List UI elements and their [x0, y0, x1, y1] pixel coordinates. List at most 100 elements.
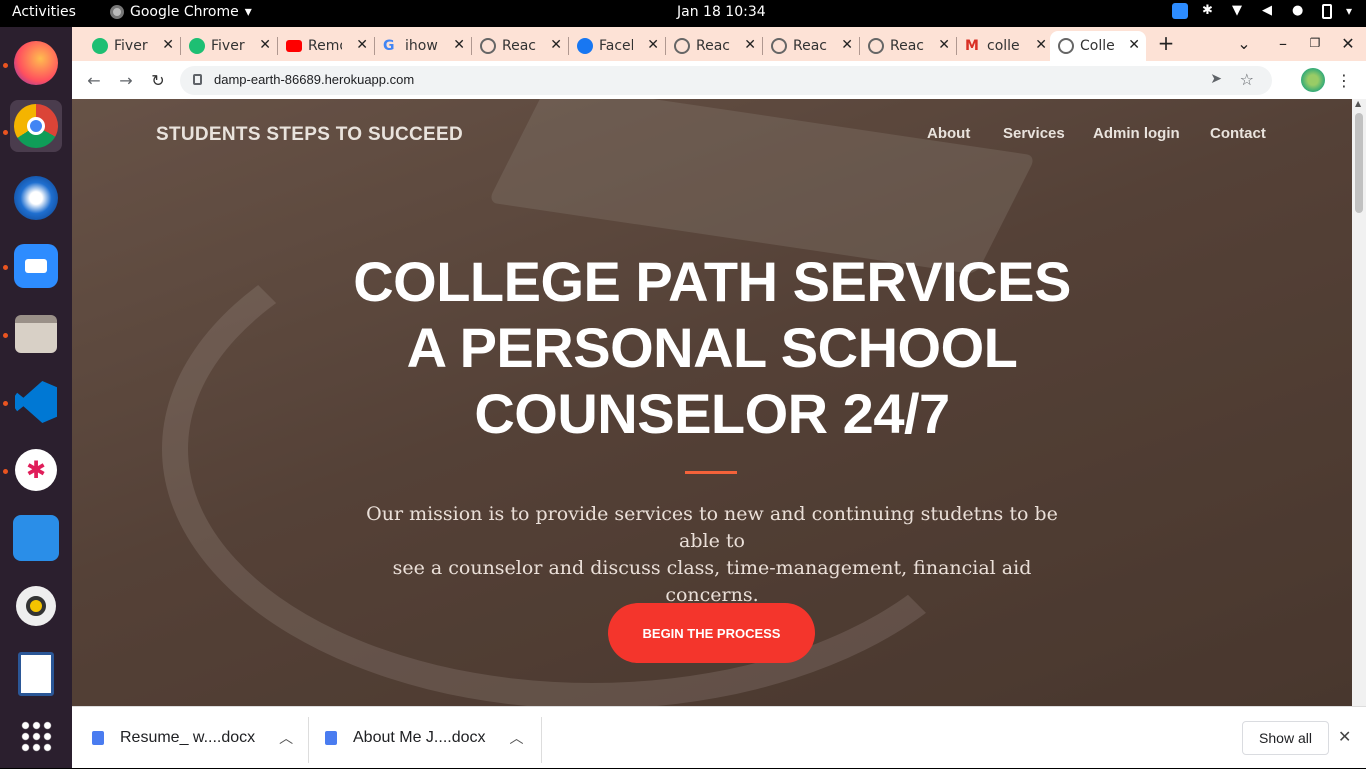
headline-line-1: COLLEGE PATH SERVICES	[353, 250, 1071, 313]
thunderbird-icon[interactable]	[10, 172, 62, 224]
lock-icon[interactable]	[193, 74, 202, 85]
scrollbar-thumb[interactable]	[1355, 113, 1363, 213]
close-tab-icon[interactable]: ✕	[356, 37, 368, 53]
zoom-tray-icon[interactable]	[1171, 3, 1188, 19]
zoom-icon[interactable]	[10, 240, 62, 292]
microphone-icon[interactable]: ●	[1292, 3, 1308, 19]
app-menu[interactable]: Google Chrome ▾	[110, 4, 252, 20]
download-filename[interactable]: About Me J....docx	[353, 729, 486, 747]
clock[interactable]: Jan 18 10:34	[677, 4, 766, 20]
wifi-icon[interactable]: ▼	[1232, 3, 1248, 19]
window-close-icon[interactable]: ✕	[1336, 31, 1360, 55]
tab-9[interactable]: Mcolle ✕	[957, 31, 1053, 61]
tab-0[interactable]: Fiver ✕	[84, 31, 180, 61]
download-item-resume[interactable]: Resume_ w....docx ︿	[92, 707, 293, 769]
bookmark-star-icon[interactable]: ☆	[1240, 70, 1254, 89]
running-indicator	[3, 469, 8, 474]
send-tab-icon[interactable]: ➤	[1210, 71, 1222, 87]
running-indicator	[3, 333, 8, 338]
power-menu-icon[interactable]: ▾	[1346, 4, 1352, 18]
tab-6[interactable]: Reac ✕	[666, 31, 762, 61]
files-icon[interactable]	[10, 308, 62, 360]
tab-2[interactable]: Remo✕	[278, 31, 374, 61]
nav-about[interactable]: About	[927, 125, 970, 142]
chrome-menu-icon[interactable]: ⋮	[1332, 68, 1356, 92]
url-text[interactable]: damp-earth-86689.herokuapp.com	[214, 72, 414, 87]
nav-contact[interactable]: Contact	[1210, 125, 1266, 142]
text-editor-icon[interactable]	[10, 512, 62, 564]
vscode-icon[interactable]	[10, 376, 62, 428]
battery-icon[interactable]	[1321, 3, 1332, 19]
accent-divider	[685, 471, 737, 474]
close-tab-icon[interactable]: ✕	[1128, 37, 1140, 53]
download-filename[interactable]: Resume_ w....docx	[120, 729, 255, 747]
browser-toolbar: ← → ↻ damp-earth-86689.herokuapp.com ➤ ☆…	[72, 61, 1366, 99]
minimize-icon[interactable]: –	[1271, 31, 1295, 55]
globe-icon	[1058, 38, 1074, 54]
close-tab-icon[interactable]: ✕	[744, 37, 756, 53]
running-indicator	[3, 401, 8, 406]
close-downloads-icon[interactable]: ✕	[1338, 727, 1351, 746]
dock: ✱	[0, 27, 72, 768]
chevron-up-icon[interactable]: ︿	[279, 728, 293, 748]
close-tab-icon[interactable]: ✕	[1035, 37, 1047, 53]
back-arrow-icon[interactable]: ←	[82, 68, 106, 92]
downloads-bar: Resume_ w....docx ︿ About Me J....docx ︿…	[72, 706, 1366, 768]
forward-arrow-icon[interactable]: →	[114, 68, 138, 92]
tab-strip: Fiver✕ Fiver✕ Remo✕ Gihow✕ Reac✕ Faceb✕ …	[72, 27, 1366, 61]
tab-search-icon[interactable]: ⌄	[1232, 31, 1256, 55]
begin-process-button[interactable]: BEGIN THE PROCESS	[608, 603, 815, 663]
page-scrollbar[interactable]: ▲ ▼	[1352, 99, 1366, 734]
close-tab-icon[interactable]: ✕	[938, 37, 950, 53]
tab-5[interactable]: Faceb✕	[569, 31, 665, 61]
youtube-icon	[286, 40, 302, 52]
address-bar[interactable]: damp-earth-86689.herokuapp.com ➤ ☆	[180, 66, 1272, 95]
new-tab-button[interactable]: +	[1154, 31, 1178, 55]
slack-icon[interactable]: ✱	[10, 444, 62, 496]
facebook-icon	[577, 38, 593, 54]
globe-icon	[480, 38, 496, 54]
download-item-aboutme[interactable]: About Me J....docx ︿	[325, 707, 524, 769]
close-tab-icon[interactable]: ✕	[841, 37, 853, 53]
show-all-button[interactable]: Show all	[1242, 721, 1329, 755]
close-tab-icon[interactable]: ✕	[453, 37, 465, 53]
running-indicator	[3, 265, 8, 270]
tab-4[interactable]: Reac ✕	[472, 31, 568, 61]
running-indicator	[3, 63, 8, 68]
hero-section: STUDENTS STEPS TO SUCCEED About Services…	[72, 99, 1352, 734]
system-tray[interactable]: ✱ ▼ ◀ ● ▾	[1171, 3, 1352, 19]
nav-admin-login[interactable]: Admin login	[1093, 125, 1180, 142]
tab-8[interactable]: Reac ✕	[860, 31, 956, 61]
reload-icon[interactable]: ↻	[146, 68, 170, 92]
tab-3[interactable]: Gihow ✕	[375, 31, 471, 61]
document-icon	[92, 731, 104, 745]
scroll-up-arrow-icon[interactable]: ▲	[1355, 99, 1361, 108]
activities-button[interactable]: Activities	[12, 4, 76, 20]
chrome-icon[interactable]	[10, 100, 62, 152]
tab-1[interactable]: Fiver ✕	[181, 31, 277, 61]
tab-7[interactable]: Reac ✕	[763, 31, 859, 61]
headline-line-2: A PERSONAL SCHOOL	[406, 316, 1018, 379]
volume-icon[interactable]: ◀	[1262, 3, 1278, 19]
dropdown-arrow-icon: ▾	[244, 4, 252, 20]
chevron-up-icon[interactable]: ︿	[510, 728, 524, 748]
close-tab-icon[interactable]: ✕	[647, 37, 659, 53]
close-tab-icon[interactable]: ✕	[550, 37, 562, 53]
firefox-icon[interactable]	[10, 37, 62, 89]
close-tab-icon[interactable]: ✕	[162, 37, 174, 53]
nav-services[interactable]: Services	[1003, 125, 1065, 142]
show-applications-icon[interactable]	[10, 710, 62, 762]
profile-avatar[interactable]	[1301, 68, 1325, 92]
rhythmbox-icon[interactable]	[10, 580, 62, 632]
mission-text: Our mission is to provide services to ne…	[352, 501, 1072, 609]
mission-line-1: Our mission is to provide services to ne…	[366, 503, 1058, 552]
hero-headline: COLLEGE PATH SERVICES A PERSONAL SCHOOL …	[312, 249, 1112, 447]
restore-icon[interactable]: ❐	[1303, 31, 1327, 55]
gmail-icon: M	[965, 38, 979, 54]
site-brand[interactable]: STUDENTS STEPS TO SUCCEED	[156, 124, 463, 146]
download-separator	[541, 717, 542, 763]
close-tab-icon[interactable]: ✕	[259, 37, 271, 53]
slack-tray-icon[interactable]: ✱	[1202, 3, 1218, 19]
tab-10-active[interactable]: Colle ✕	[1050, 31, 1146, 61]
libreoffice-writer-icon[interactable]	[10, 648, 62, 700]
